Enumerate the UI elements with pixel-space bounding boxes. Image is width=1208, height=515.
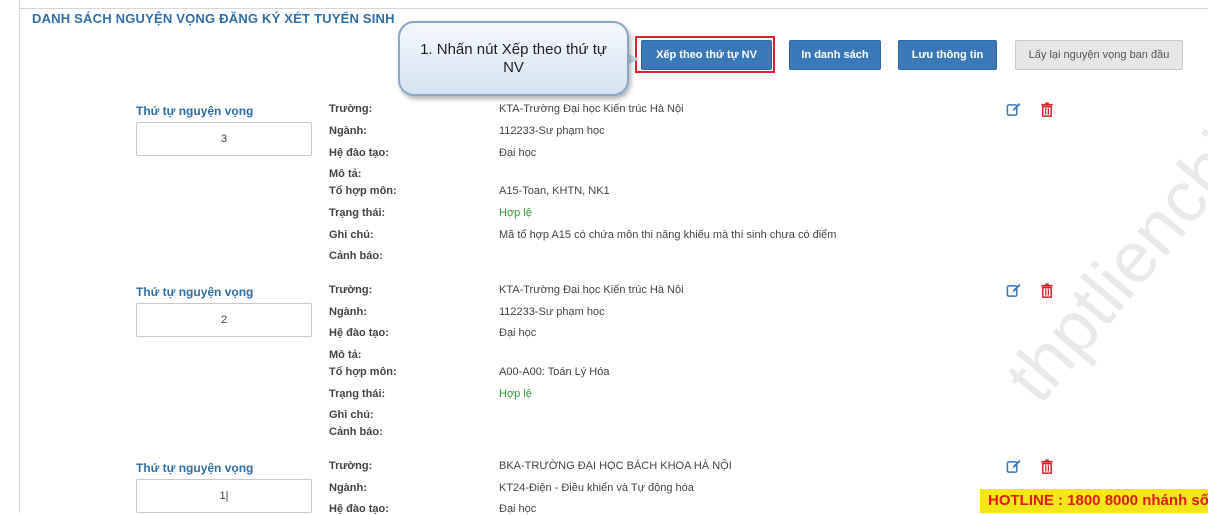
school-value: KTA-Trường Đại học Kiến trúc Hà Nội (499, 284, 684, 296)
note-label: Ghi chú: (329, 229, 374, 241)
panel-border-left (19, 0, 20, 513)
order-label: Thứ tự nguyện vọng (136, 285, 254, 299)
edit-icon[interactable] (1006, 283, 1021, 298)
status-value: Hợp lệ (499, 207, 532, 219)
sort-button-highlight (635, 36, 775, 73)
program-value: Đại học (499, 327, 537, 339)
edit-icon[interactable] (1006, 459, 1021, 474)
school-value: KTA-Trường Đại học Kiến trúc Hà Nội (499, 103, 684, 115)
trash-icon[interactable] (1040, 459, 1054, 474)
watermark: thptlienchi (990, 117, 1208, 418)
school-label: Trường: (329, 460, 373, 472)
order-input[interactable]: 2 (136, 303, 312, 337)
edit-icon[interactable] (1006, 102, 1021, 117)
warning-label: Cảnh báo: (329, 426, 383, 438)
instruction-callout: 1. Nhấn nút Xếp theo thứ tự NV (398, 21, 629, 96)
note-label: Ghi chú: (329, 409, 374, 421)
panel-border-top (19, 8, 1208, 9)
program-value: Đại học (499, 147, 537, 159)
hotline-banner: HOTLINE : 1800 8000 nhánh số (980, 489, 1208, 513)
restore-original-button[interactable]: Lấy lại nguyện vọng ban đầu (1015, 40, 1183, 70)
order-label: Thứ tự nguyện vọng (136, 461, 254, 475)
major-label: Ngành: (329, 306, 367, 318)
status-value: Hợp lệ (499, 388, 532, 400)
program-label: Hệ đào tạo: (329, 147, 389, 159)
description-label: Mô tả: (329, 349, 362, 361)
major-value: 112233-Sư phạm học (499, 125, 605, 137)
subjects-value: A15-Toan, KHTN, NK1 (499, 185, 610, 197)
school-label: Trường: (329, 284, 373, 296)
description-label: Mô tả: (329, 168, 362, 180)
order-label: Thứ tự nguyện vọng (136, 104, 254, 118)
page-title: DANH SÁCH NGUYỆN VỌNG ĐĂNG KÝ XÉT TUYỂN … (32, 11, 395, 26)
status-label: Trạng thái: (329, 207, 386, 219)
status-label: Trạng thái: (329, 388, 386, 400)
order-input[interactable]: 1| (136, 479, 312, 513)
trash-icon[interactable] (1040, 283, 1054, 298)
subjects-label: Tổ hợp môn: (329, 366, 397, 378)
major-label: Ngành: (329, 482, 367, 494)
save-info-button[interactable]: Lưu thông tin (898, 40, 997, 70)
warning-label: Cảnh báo: (329, 250, 383, 262)
program-label: Hệ đào tạo: (329, 503, 389, 515)
school-label: Trường: (329, 103, 373, 115)
subjects-label: Tổ hợp môn: (329, 185, 397, 197)
note-value: Mã tổ hợp A15 có chứa môn thi năng khiếu… (499, 229, 837, 241)
order-input[interactable]: 3 (136, 122, 312, 156)
trash-icon[interactable] (1040, 102, 1054, 117)
major-value: KT24-Điện - Điều khiển và Tự động hóa (499, 482, 694, 494)
major-label: Ngành: (329, 125, 367, 137)
program-label: Hệ đào tạo: (329, 327, 389, 339)
subjects-value: A00-A00: Toán Lý Hóa (499, 366, 610, 378)
major-value: 112233-Sư phạm học (499, 306, 605, 318)
school-value: BKA-TRƯỜNG ĐẠI HỌC BÁCH KHOA HÀ NỘI (499, 460, 732, 472)
print-list-button[interactable]: In danh sách (789, 40, 881, 70)
program-value: Đại học (499, 503, 537, 515)
